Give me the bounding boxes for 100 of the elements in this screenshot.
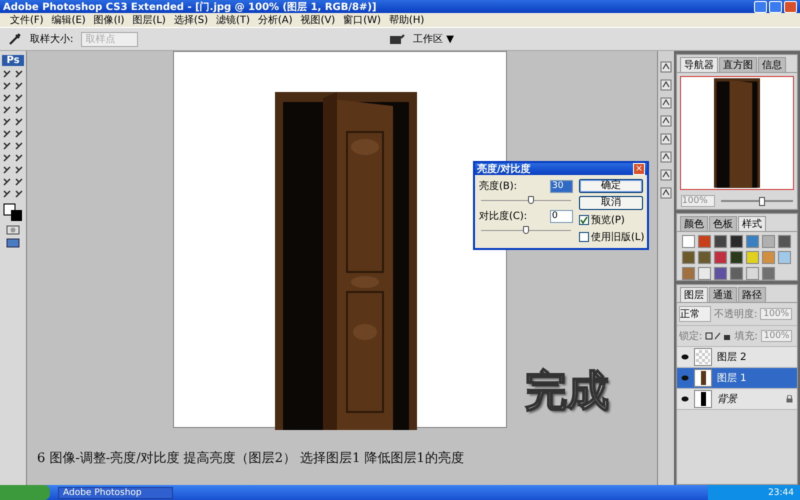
style-swatch[interactable]: [730, 267, 743, 280]
style-swatch[interactable]: [682, 251, 695, 264]
style-swatch[interactable]: [714, 251, 727, 264]
close-button[interactable]: ×: [633, 163, 645, 175]
tool-icon[interactable]: [14, 141, 24, 151]
checkbox[interactable]: [579, 232, 589, 242]
panel-tab[interactable]: 颜色: [680, 216, 708, 231]
checkbox[interactable]: [579, 215, 589, 225]
tool-icon[interactable]: [2, 177, 12, 187]
panel-icon[interactable]: [660, 187, 672, 199]
menu-item[interactable]: 窗口(W): [343, 13, 381, 27]
panel-tab[interactable]: 直方图: [719, 57, 757, 72]
dialog-button[interactable]: 确定: [579, 179, 643, 193]
layer-row[interactable]: 图层 1: [677, 368, 797, 389]
style-swatch[interactable]: [730, 235, 743, 248]
style-swatch[interactable]: [682, 267, 695, 280]
panel-icon[interactable]: [660, 133, 672, 145]
tool-icon[interactable]: [14, 105, 24, 115]
minimize-button[interactable]: [754, 0, 767, 12]
restore-button[interactable]: [769, 0, 782, 12]
style-swatch[interactable]: [762, 267, 775, 280]
menu-item[interactable]: 编辑(E): [52, 13, 86, 27]
style-swatch[interactable]: [714, 235, 727, 248]
tool-icon[interactable]: [2, 129, 12, 139]
tool-icon[interactable]: [2, 81, 12, 91]
start-button[interactable]: [0, 485, 50, 500]
panel-icon[interactable]: [660, 115, 672, 127]
tool-icon[interactable]: [14, 153, 24, 163]
tool-icon[interactable]: [2, 165, 12, 175]
menu-item[interactable]: 分析(A): [258, 13, 293, 27]
bridge-icon[interactable]: [389, 33, 406, 45]
layer-thumbnail: [694, 348, 712, 366]
slider-thumb[interactable]: [523, 226, 529, 234]
tool-icon[interactable]: [2, 105, 12, 115]
layer-row[interactable]: 图层 2: [677, 347, 797, 368]
tool-icon[interactable]: [14, 189, 24, 199]
tool-icon[interactable]: [2, 189, 12, 199]
tool-icon[interactable]: [2, 117, 12, 127]
menu-item[interactable]: 图层(L): [132, 13, 166, 27]
menu-item[interactable]: 文件(F): [10, 13, 44, 27]
menu-item[interactable]: 滤镜(T): [216, 13, 250, 27]
panel-icon[interactable]: [660, 61, 672, 73]
style-swatch[interactable]: [698, 251, 711, 264]
panel-tab[interactable]: 色板: [709, 216, 737, 231]
panel-tab[interactable]: 导航器: [680, 57, 718, 72]
tool-icon[interactable]: [14, 129, 24, 139]
zoom-slider-thumb[interactable]: [758, 197, 765, 206]
eye-icon[interactable]: [681, 354, 689, 360]
screen-mode-icon[interactable]: [6, 238, 20, 248]
style-swatch[interactable]: [778, 251, 791, 264]
menu-item[interactable]: 图像(I): [94, 13, 124, 27]
tool-icon[interactable]: [14, 69, 24, 79]
style-swatch[interactable]: [762, 235, 775, 248]
menu-item[interactable]: 视图(V): [300, 13, 336, 27]
taskbar-button[interactable]: Adobe Photoshop: [58, 486, 173, 498]
tool-icon[interactable]: [14, 117, 24, 127]
tool-icon[interactable]: [2, 153, 12, 163]
panel-tab[interactable]: 路径: [738, 287, 766, 302]
style-swatch[interactable]: [698, 267, 711, 280]
quick-mask-icon[interactable]: [6, 225, 20, 235]
style-swatch[interactable]: [762, 251, 775, 264]
workspace-menu[interactable]: 工作区 ▼: [413, 32, 454, 46]
panel-icon[interactable]: [660, 97, 672, 109]
layer-row[interactable]: 背景: [677, 389, 797, 410]
menu-item[interactable]: 帮助(H): [388, 13, 424, 27]
style-swatch[interactable]: [714, 267, 727, 280]
style-swatch[interactable]: [682, 235, 695, 248]
tool-icon[interactable]: [2, 141, 12, 151]
tool-icon[interactable]: [14, 177, 24, 187]
value-input[interactable]: 0: [550, 210, 573, 222]
style-swatch[interactable]: [698, 235, 711, 248]
style-swatch[interactable]: [730, 251, 743, 264]
style-swatch[interactable]: [746, 267, 759, 280]
blend-mode-dropdown[interactable]: 正常: [679, 306, 711, 322]
panel-tab[interactable]: 信息: [758, 57, 786, 72]
lock-label: 锁定:: [679, 330, 702, 343]
checkbox-label: 使用旧版(L): [591, 230, 644, 244]
eyedropper-icon[interactable]: [8, 32, 22, 46]
tool-icon[interactable]: [2, 69, 12, 79]
style-swatch[interactable]: [746, 251, 759, 264]
menu-item[interactable]: 选择(S): [174, 13, 208, 27]
tool-icon[interactable]: [14, 93, 24, 103]
dialog-button[interactable]: 取消: [579, 196, 643, 210]
panel-icon[interactable]: [660, 169, 672, 181]
eye-icon[interactable]: [681, 396, 689, 402]
panel-tab[interactable]: 图层: [680, 287, 708, 302]
style-swatch[interactable]: [778, 235, 791, 248]
panel-icon[interactable]: [660, 151, 672, 163]
lock-options-icon[interactable]: [705, 332, 732, 340]
panel-icon[interactable]: [660, 79, 672, 91]
close-button[interactable]: [784, 0, 797, 12]
value-input[interactable]: 30: [550, 180, 573, 192]
panel-tab[interactable]: 通道: [709, 287, 737, 302]
style-swatch[interactable]: [746, 235, 759, 248]
panel-tab[interactable]: 样式: [738, 216, 766, 231]
tool-icon[interactable]: [14, 81, 24, 91]
color-swatches-icon[interactable]: [2, 202, 24, 222]
tool-icon[interactable]: [14, 165, 24, 175]
slider-thumb[interactable]: [528, 196, 534, 204]
tool-icon[interactable]: [2, 93, 12, 103]
